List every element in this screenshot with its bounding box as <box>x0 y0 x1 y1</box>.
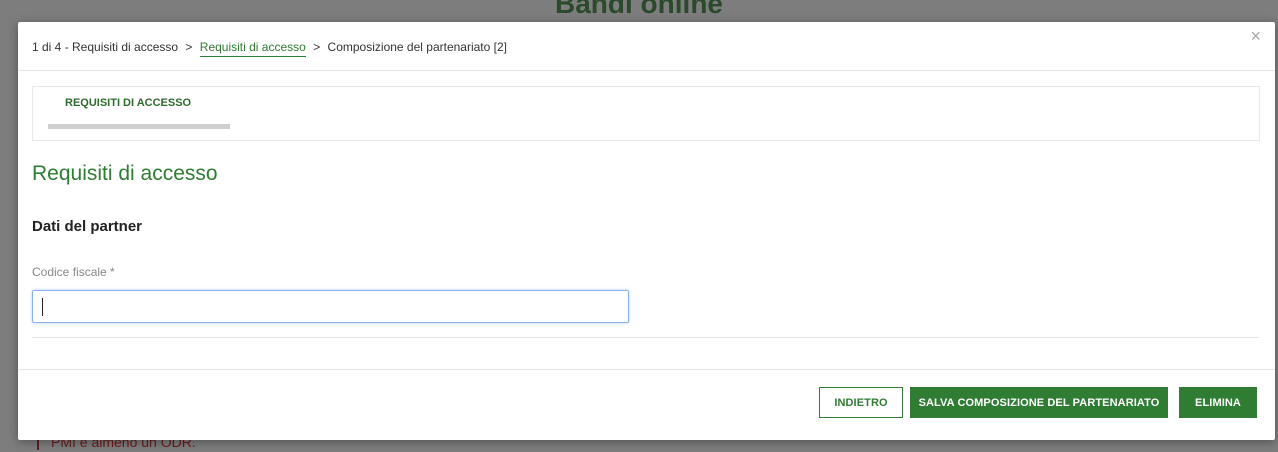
breadcrumb-item-current: Composizione del partenariato [2] <box>327 40 507 54</box>
step-indicator: REQUISITI DI ACCESSO <box>32 86 1260 141</box>
step-progress-bar <box>48 124 230 129</box>
background-page-title: Bandi online <box>555 0 723 19</box>
modal-header: 1 di 4 - Requisiti di accesso > Requisit… <box>18 22 1275 71</box>
delete-button[interactable]: ELIMINA <box>1179 387 1257 418</box>
footer-divider <box>18 369 1275 370</box>
step-label[interactable]: REQUISITI DI ACCESSO <box>65 97 191 109</box>
codice-fiscale-input[interactable] <box>32 290 629 323</box>
content-divider <box>32 337 1259 338</box>
section-title: Requisiti di accesso <box>32 162 218 185</box>
breadcrumb-separator: > <box>313 40 321 54</box>
breadcrumb-separator: > <box>185 40 193 54</box>
save-partnership-button[interactable]: SALVA COMPOSIZIONE DEL PARTENARIATO <box>910 387 1168 418</box>
subsection-title: Dati del partner <box>32 218 143 235</box>
breadcrumb-link-requisiti[interactable]: Requisiti di accesso <box>199 40 306 57</box>
breadcrumb: 1 di 4 - Requisiti di accesso > Requisit… <box>32 40 511 57</box>
back-button[interactable]: INDIETRO <box>819 387 903 418</box>
text-caret <box>42 298 43 316</box>
close-icon[interactable]: × <box>1250 26 1261 47</box>
partner-modal: 1 di 4 - Requisiti di accesso > Requisit… <box>18 22 1275 440</box>
codice-fiscale-label: Codice fiscale * <box>32 265 115 279</box>
breadcrumb-item-step: 1 di 4 - Requisiti di accesso <box>32 40 179 54</box>
